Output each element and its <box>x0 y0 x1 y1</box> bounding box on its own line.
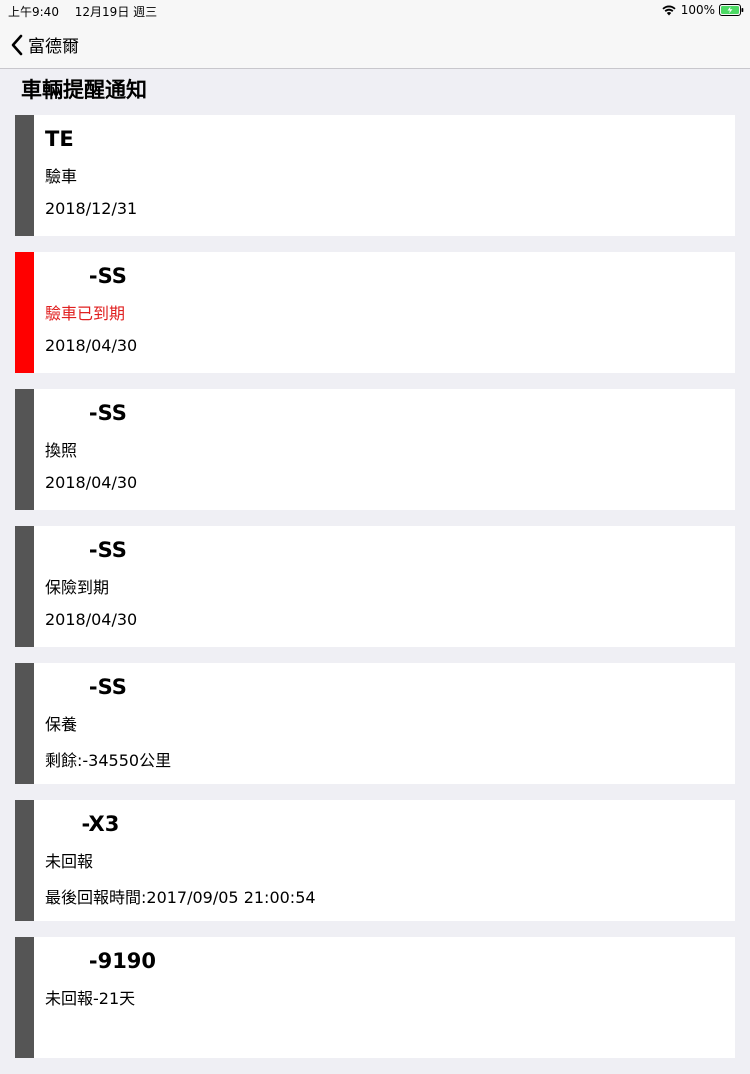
status-stripe <box>15 526 34 647</box>
plate-number: -SS <box>45 675 127 699</box>
reminder-detail: 2018/04/30 <box>45 473 138 492</box>
reminder-detail: 2018/04/30 <box>45 336 138 355</box>
status-bar: 上午9:40 12月19日 週三 100% <box>0 0 750 22</box>
plate-number: -SS <box>45 538 127 562</box>
chevron-left-icon <box>10 34 24 56</box>
plate-number: -9190 <box>45 949 157 973</box>
back-label: 富德爾 <box>28 37 79 57</box>
reminder-detail: 2018/04/30 <box>45 610 138 629</box>
status-right: 100% <box>662 3 744 17</box>
reminder-card[interactable]: TE 驗車 2018/12/31 <box>15 115 735 236</box>
reminder-status: 未回報 <box>45 852 94 871</box>
battery-icon <box>719 4 744 16</box>
status-time: 上午9:40 <box>8 5 59 19</box>
status-left: 上午9:40 12月19日 週三 <box>8 3 169 20</box>
reminder-card[interactable]: -9190 未回報-21天 <box>15 937 735 1058</box>
status-stripe <box>15 389 34 510</box>
back-button[interactable]: 富德爾 <box>10 32 79 57</box>
plate-number: -X3 <box>45 812 120 836</box>
reminder-status: 保險到期 <box>45 578 110 597</box>
reminder-card[interactable]: -SS 保養 剩餘:-34550公里 <box>15 663 735 784</box>
reminder-detail: 剩餘:-34550公里 <box>45 751 172 770</box>
status-stripe <box>15 115 34 236</box>
plate-number: TE <box>45 127 74 151</box>
wifi-icon <box>662 4 676 16</box>
nav-bar: 富德爾 <box>0 22 750 69</box>
plate-number: -SS <box>45 264 127 288</box>
status-stripe <box>15 800 34 921</box>
plate-number: -SS <box>45 401 127 425</box>
reminder-detail: 2018/12/31 <box>45 199 138 218</box>
reminder-card[interactable]: -SS 保險到期 2018/04/30 <box>15 526 735 647</box>
status-stripe <box>15 663 34 784</box>
battery-percent: 100% <box>680 3 715 17</box>
reminder-status: 驗車 <box>45 167 78 186</box>
reminder-detail: 最後回報時間:2017/09/05 21:00:54 <box>45 888 316 907</box>
reminder-card[interactable]: -SS 換照 2018/04/30 <box>15 389 735 510</box>
status-stripe <box>15 937 34 1058</box>
reminder-card[interactable]: -SS 驗車已到期 2018/04/30 <box>15 252 735 373</box>
reminder-status: 未回報-21天 <box>45 989 136 1008</box>
page-title: 車輛提醒通知 <box>21 78 147 102</box>
status-stripe <box>15 252 34 373</box>
reminder-status: 保養 <box>45 715 78 734</box>
status-date: 12月19日 週三 <box>74 5 158 19</box>
reminder-status: 換照 <box>45 441 78 460</box>
reminder-card[interactable]: -X3 未回報 最後回報時間:2017/09/05 21:00:54 <box>15 800 735 921</box>
reminder-status: 驗車已到期 <box>45 304 126 323</box>
reminder-list: TE 驗車 2018/12/31 -SS 驗車已到期 2018/04/30 -S… <box>15 115 735 1074</box>
